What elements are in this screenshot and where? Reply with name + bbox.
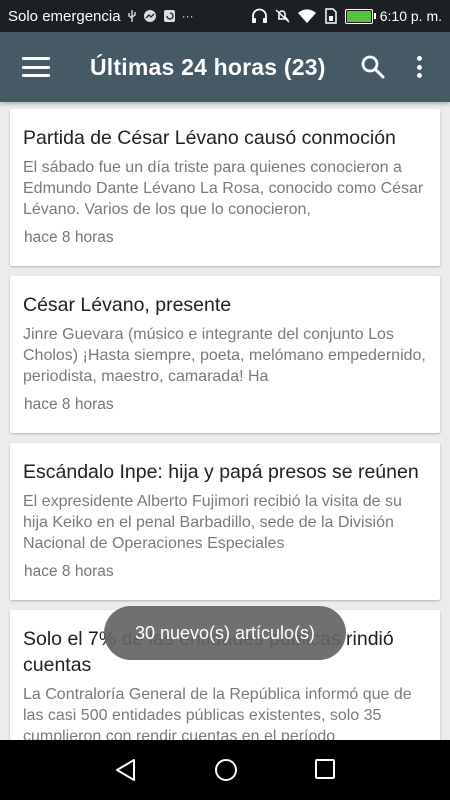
menu-icon[interactable] bbox=[22, 57, 50, 77]
article-snippet: La Contraloría General de la República i… bbox=[23, 686, 412, 740]
toast-message: 30 nuevo(s) artículo(s) bbox=[104, 606, 346, 660]
back-icon[interactable] bbox=[114, 758, 138, 782]
more-vert-icon[interactable] bbox=[410, 54, 428, 80]
mute-icon bbox=[275, 9, 290, 23]
home-icon[interactable] bbox=[214, 758, 238, 782]
article-card[interactable]: César Lévano, presente Jinre Guevara (mú… bbox=[10, 276, 440, 433]
article-snippet: Jinre Guevara (músico e integrante del c… bbox=[23, 326, 426, 385]
status-time: 6:10 p. m. bbox=[379, 8, 442, 24]
recents-icon[interactable] bbox=[314, 758, 336, 780]
carrier-label: Solo emergencia bbox=[8, 7, 121, 25]
more-icon: ··· bbox=[181, 9, 194, 23]
sync-icon bbox=[163, 10, 175, 22]
article-card[interactable]: Escándalo Inpe: hija y papá presos se re… bbox=[10, 443, 440, 600]
gallery-icon bbox=[143, 10, 156, 22]
article-card[interactable]: Partida de César Lévano causó conmoción … bbox=[10, 109, 440, 266]
article-title: Partida de César Lévano causó conmoción bbox=[23, 127, 396, 149]
article-snippet: El sábado fue un día triste para quienes… bbox=[23, 159, 424, 218]
status-bar: Solo emergencia ··· 6:10 p. m. bbox=[0, 0, 450, 32]
article-time: hace 8 horas bbox=[24, 563, 114, 580]
wifi-icon bbox=[297, 9, 316, 23]
article-time: hace 8 horas bbox=[24, 229, 114, 246]
app-bar: Últimas 24 horas (23) bbox=[0, 32, 450, 102]
article-snippet: El expresidente Alberto Fujimori recibió… bbox=[23, 493, 402, 552]
article-title: Escándalo Inpe: hija y papá presos se re… bbox=[23, 461, 419, 483]
search-icon[interactable] bbox=[360, 54, 386, 80]
article-time: hace 8 horas bbox=[24, 396, 114, 413]
page-title: Últimas 24 horas (23) bbox=[90, 53, 326, 80]
sim-icon bbox=[324, 8, 337, 24]
article-title: César Lévano, presente bbox=[23, 294, 232, 316]
usb-icon bbox=[127, 10, 136, 22]
navigation-bar bbox=[0, 740, 450, 800]
battery-icon bbox=[344, 8, 376, 24]
headphones-icon bbox=[251, 8, 267, 23]
